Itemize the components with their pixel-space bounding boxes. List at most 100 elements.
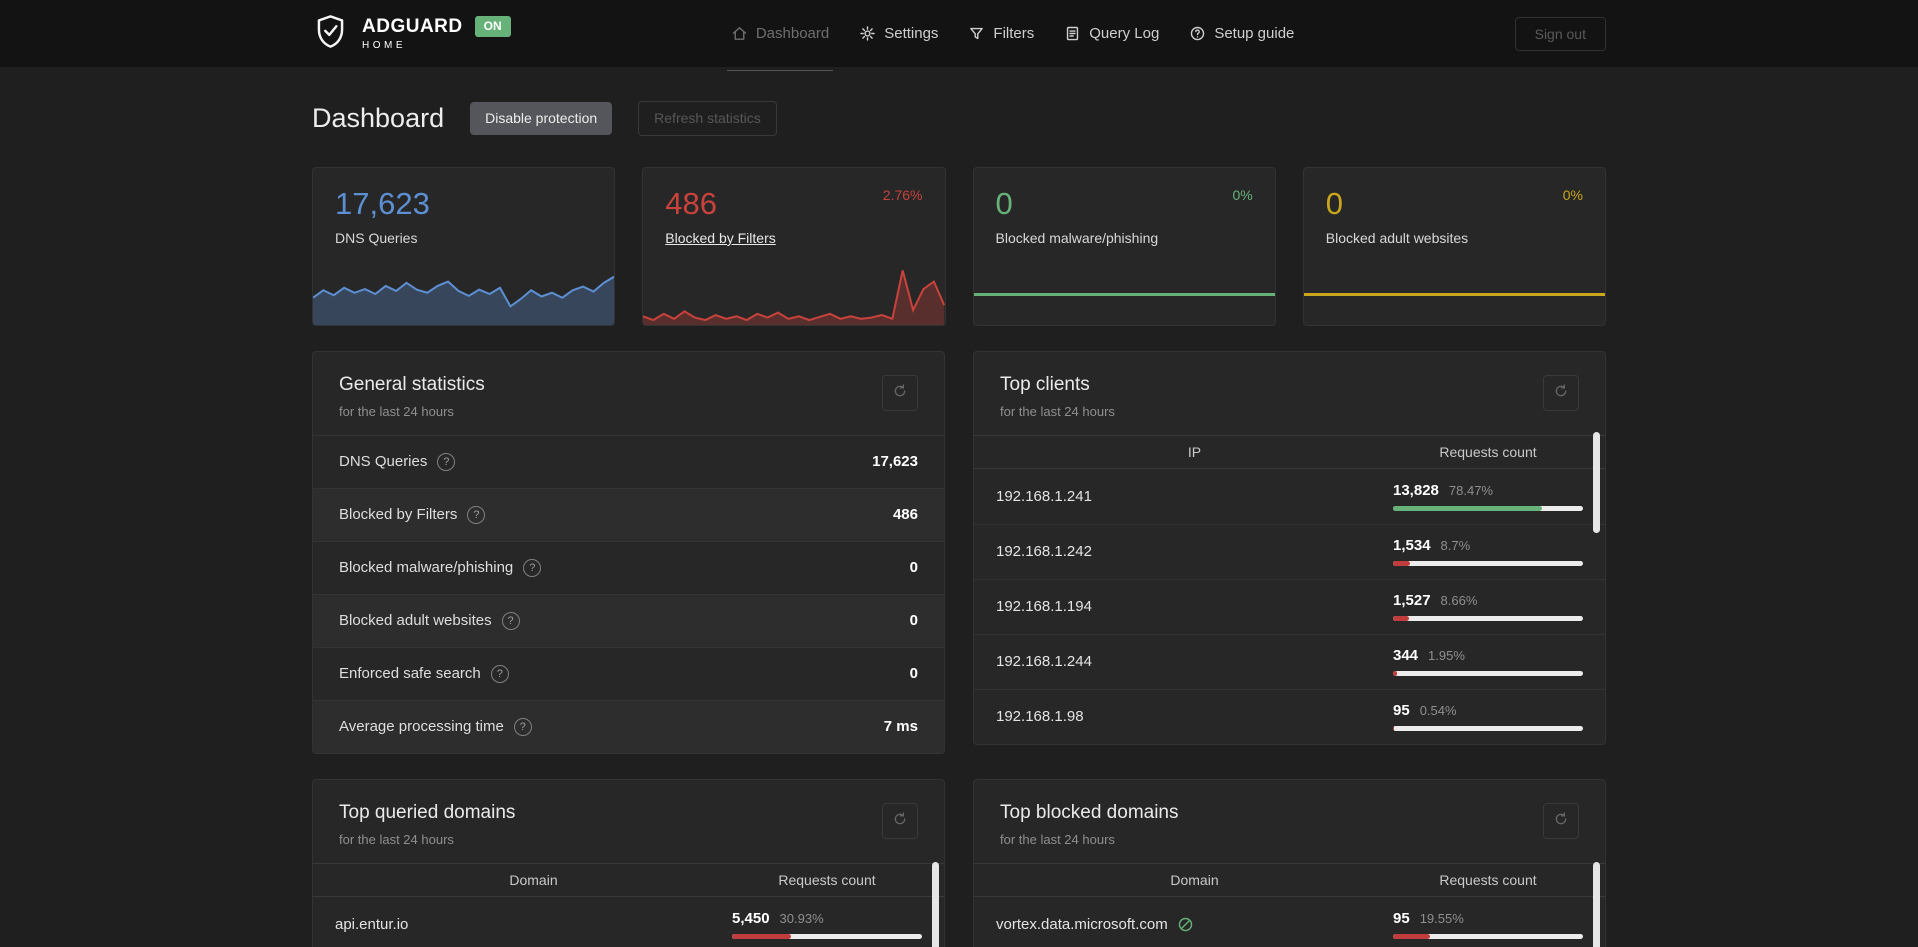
top-clients-panel: Top clients for the last 24 hours IP Req… xyxy=(973,350,1606,745)
stat-name: Average processing time xyxy=(339,718,504,736)
stat-value: 0 xyxy=(909,665,918,683)
panel-title: Top clients xyxy=(1000,373,1090,395)
top-queried-table: api.entur.io 5,450 30.93% xyxy=(313,897,944,947)
shield-logo-icon xyxy=(312,13,349,55)
domain-link[interactable]: api.entur.io xyxy=(335,916,408,933)
requests-count: 344 xyxy=(1393,647,1419,665)
help-icon[interactable]: ? xyxy=(437,452,456,471)
refresh-icon-button[interactable] xyxy=(882,374,918,411)
help-icon[interactable]: ? xyxy=(467,505,486,524)
general-stat-row: Average processing time? 7 ms xyxy=(313,699,944,753)
column-header-ip[interactable]: IP xyxy=(996,444,1393,460)
nav-item-dashboard[interactable]: Dashboard xyxy=(726,0,834,71)
top-clients-table: 192.168.1.241 13,828 78.47% 192.168.1.242 1,… xyxy=(974,469,1605,744)
table-header: Domain Requests count xyxy=(313,862,944,897)
requests-count: 1,527 xyxy=(1393,592,1431,610)
stat-value: 0 xyxy=(909,612,918,630)
requests-percent: 1.95% xyxy=(1428,648,1465,664)
nav-item-label: Dashboard xyxy=(755,25,830,42)
stat-value: 0 xyxy=(909,559,918,577)
table-row: api.entur.io 5,450 30.93% xyxy=(313,897,944,947)
progress-bar xyxy=(1393,671,1583,677)
refresh-icon-button[interactable] xyxy=(882,802,918,839)
brand-name: ADGUARD xyxy=(362,15,463,37)
top-queried-domains-panel: Top queried domains for the last 24 hour… xyxy=(312,778,945,947)
requests-percent: 19.55% xyxy=(1419,910,1464,926)
stat-value: 486 xyxy=(892,506,918,524)
refresh-statistics-button[interactable]: Refresh statistics xyxy=(638,101,777,136)
sign-out-button[interactable]: Sign out xyxy=(1514,16,1606,51)
top-blocked-domains-panel: Top blocked domains for the last 24 hour… xyxy=(973,778,1606,947)
help-icon[interactable]: ? xyxy=(523,558,542,577)
scrollbar-thumb[interactable] xyxy=(1593,861,1600,947)
setup-guide-icon xyxy=(1189,25,1206,42)
blocked-malware-value: 0 xyxy=(995,185,1013,221)
stat-cards: 17,623 DNS Queries 486 Blocked by Filter… xyxy=(312,166,1606,326)
gear-icon xyxy=(859,25,876,42)
requests-count: 95 xyxy=(1393,702,1410,720)
blocked-adult-value: 0 xyxy=(1325,185,1343,221)
nav-item-setup-guide[interactable]: Setup guide xyxy=(1189,0,1294,67)
scrollbar-thumb[interactable] xyxy=(932,861,939,947)
ip-link[interactable]: 192.168.1.244 xyxy=(996,653,1092,670)
requests-count: 13,828 xyxy=(1393,481,1439,499)
scrollbar-thumb[interactable] xyxy=(1593,431,1600,533)
stat-name: DNS Queries xyxy=(339,453,428,471)
stat-name: Blocked adult websites xyxy=(339,612,492,630)
column-header-requests[interactable]: Requests count xyxy=(732,872,922,888)
ip-link[interactable]: 192.168.1.241 xyxy=(996,488,1092,505)
panel-subtitle: for the last 24 hours xyxy=(339,831,454,847)
dns-queries-value: 17,623 xyxy=(335,185,430,221)
nav-item-settings[interactable]: Settings xyxy=(859,0,938,67)
dns-queries-label: DNS Queries xyxy=(335,229,418,246)
column-header-domain[interactable]: Domain xyxy=(996,872,1393,888)
ip-link[interactable]: 192.168.1.98 xyxy=(996,708,1084,725)
general-stat-row: DNS Queries? 17,623 xyxy=(313,434,944,488)
requests-percent: 8.66% xyxy=(1440,593,1478,609)
requests-count: 5,450 xyxy=(732,909,770,927)
column-header-requests[interactable]: Requests count xyxy=(1393,444,1583,460)
blocked-adult-card: 0 Blocked adult websites 0% xyxy=(1302,166,1606,326)
refresh-icon-button[interactable] xyxy=(1543,374,1579,411)
progress-bar xyxy=(1393,561,1583,567)
progress-bar xyxy=(1393,505,1583,511)
nav-item-query-log[interactable]: Query Log xyxy=(1064,0,1159,67)
column-header-requests[interactable]: Requests count xyxy=(1393,872,1583,888)
dashboard-home-icon xyxy=(731,25,748,42)
stat-name: Blocked malware/phishing xyxy=(339,559,514,577)
blocked-adult-percent: 0% xyxy=(1562,186,1583,203)
progress-bar xyxy=(732,933,922,939)
ip-link[interactable]: 192.168.1.194 xyxy=(996,598,1092,615)
help-icon[interactable]: ? xyxy=(513,717,532,736)
refresh-icon xyxy=(1553,811,1569,830)
blocked-by-filters-link[interactable]: Blocked by Filters xyxy=(665,230,775,246)
domain-link[interactable]: vortex.data.microsoft.com xyxy=(996,916,1168,933)
blocked-tracker-icon xyxy=(1177,916,1194,933)
main-nav: Dashboard Settings Filters Query Log Setup g… xyxy=(726,0,1294,71)
help-icon[interactable]: ? xyxy=(490,664,509,683)
protection-status-badge: ON xyxy=(474,16,511,37)
refresh-icon-button[interactable] xyxy=(1543,802,1579,839)
dns-queries-sparkline xyxy=(313,263,615,325)
general-stat-row: Blocked malware/phishing? 0 xyxy=(313,540,944,594)
nav-item-label: Settings xyxy=(884,25,939,42)
blocked-adult-label: Blocked adult websites xyxy=(1325,229,1469,246)
nav-item-filters[interactable]: Filters xyxy=(968,0,1034,67)
general-stat-row: Blocked adult websites? 0 xyxy=(313,593,944,647)
stat-value: 7 ms xyxy=(883,718,918,736)
adguard-home-logo[interactable]: ADGUARD ON HOME xyxy=(312,13,511,55)
refresh-icon xyxy=(892,383,908,402)
table-row: 192.168.1.241 13,828 78.47% xyxy=(974,469,1605,524)
refresh-icon xyxy=(1553,383,1569,402)
progress-bar xyxy=(1393,726,1583,732)
disable-protection-button[interactable]: Disable protection xyxy=(470,102,613,135)
dns-queries-card: 17,623 DNS Queries xyxy=(312,166,616,326)
requests-percent: 8.7% xyxy=(1440,538,1471,554)
ip-link[interactable]: 192.168.1.242 xyxy=(996,543,1092,560)
table-row: 192.168.1.242 1,534 8.7% xyxy=(974,523,1605,579)
help-icon[interactable]: ? xyxy=(501,611,520,630)
column-header-domain[interactable]: Domain xyxy=(335,872,732,888)
table-row: 192.168.1.194 1,527 8.66% xyxy=(974,578,1605,634)
blocked-malware-card: 0 Blocked malware/phishing 0% xyxy=(972,166,1276,326)
blocked-by-filters-card: 486 Blocked by Filters 2.76% xyxy=(642,166,946,326)
